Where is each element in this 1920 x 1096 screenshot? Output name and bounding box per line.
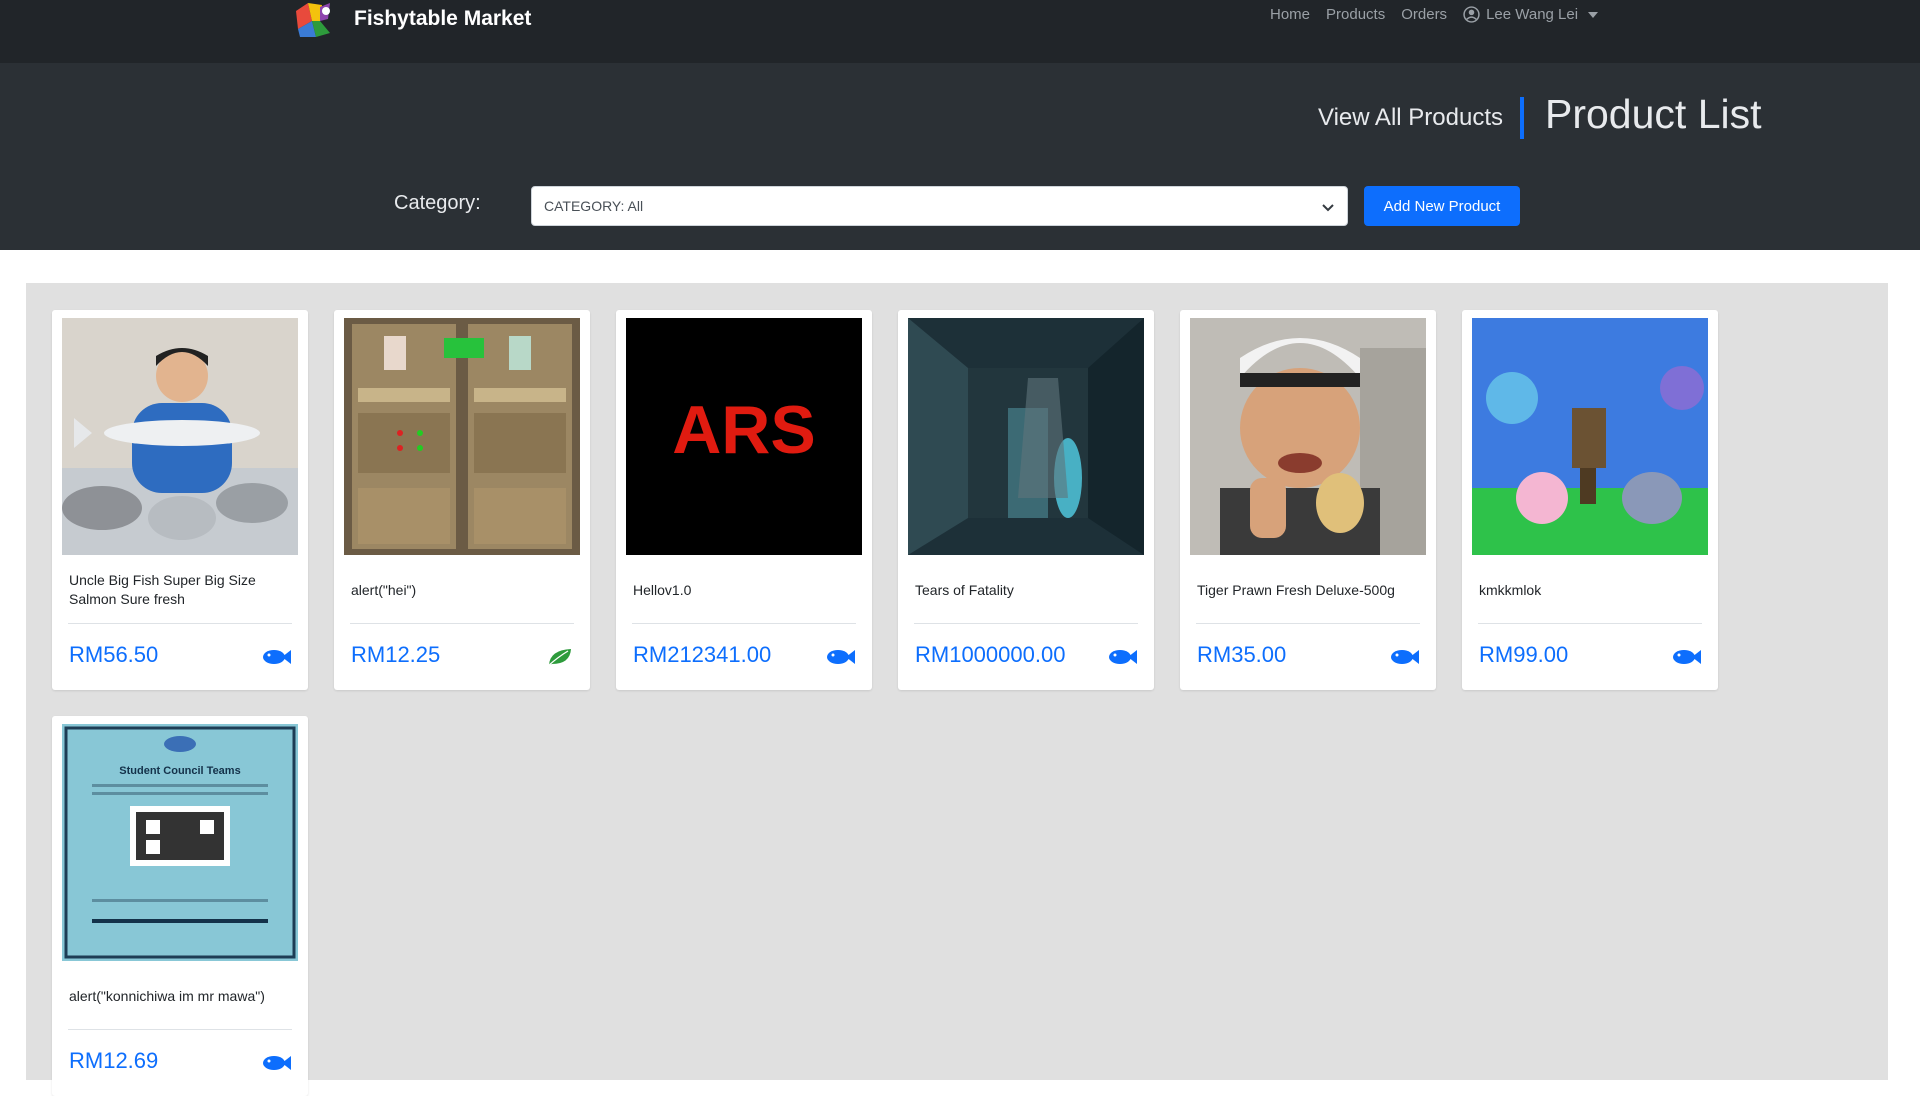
card-divider [68, 623, 292, 624]
fish-icon[interactable] [262, 647, 292, 667]
product-name[interactable]: Uncle Big Fish Super Big Size Salmon Sur… [69, 568, 295, 612]
card-divider [350, 623, 574, 624]
user-circle-icon [1463, 6, 1480, 23]
product-image[interactable] [62, 318, 298, 555]
product-name[interactable]: alert("konnichiwa im mr mawa") [69, 974, 295, 1018]
product-price: RM212341.00 [633, 642, 772, 667]
product-name[interactable]: Hellov1.0 [633, 568, 859, 612]
category-label: Category: [394, 192, 481, 214]
nav-link-home[interactable]: Home [1270, 6, 1310, 23]
product-card[interactable]: alert("hei") RM12.25 [334, 310, 590, 690]
product-name[interactable]: alert("hei") [351, 568, 577, 612]
brand[interactable]: Fishytable Market [290, 0, 531, 38]
product-card[interactable]: Student Council Teams alert("konnichiwa … [52, 716, 308, 1096]
products-panel: Uncle Big Fish Super Big Size Salmon Sur… [26, 283, 1888, 1096]
chevron-down-icon [1322, 204, 1334, 212]
product-image[interactable] [908, 318, 1144, 555]
nav-link-products[interactable]: Products [1326, 6, 1385, 23]
caret-down-icon [1588, 11, 1599, 18]
view-all-products-link[interactable]: View All Products [1318, 104, 1503, 132]
brand-logo-icon [296, 3, 330, 37]
product-card[interactable]: kmkkmlok RM99.00 [1462, 310, 1718, 690]
product-image[interactable] [344, 318, 580, 555]
product-image[interactable]: Student Council Teams [62, 724, 298, 961]
fish-icon[interactable] [1672, 647, 1702, 667]
card-divider [68, 1029, 292, 1030]
card-divider [1478, 623, 1702, 624]
fish-icon[interactable] [826, 647, 856, 667]
product-card[interactable]: Tears of Fatality RM1000000.00 [898, 310, 1154, 690]
product-price: RM12.25 [351, 642, 441, 667]
fish-icon[interactable] [1108, 647, 1138, 667]
category-select-value: CATEGORY: All [544, 198, 644, 214]
nav-link-orders[interactable]: Orders [1401, 6, 1447, 23]
page-title: Product List [1545, 91, 1762, 137]
product-name[interactable]: kmkkmlok [1479, 568, 1705, 612]
product-image[interactable] [1190, 318, 1426, 555]
product-image-text: Student Council Teams [119, 765, 240, 777]
product-name[interactable]: Tears of Fatality [915, 568, 1141, 612]
fish-icon[interactable] [262, 1053, 292, 1073]
product-card[interactable]: Tiger Prawn Fresh Deluxe-500g RM35.00 [1180, 310, 1436, 690]
product-price: RM12.69 [69, 1048, 159, 1073]
product-price: RM35.00 [1197, 642, 1287, 667]
top-navbar: Fishytable Market Home Products Orders L… [0, 0, 1920, 63]
product-image[interactable] [1472, 318, 1708, 555]
card-divider [1196, 623, 1420, 624]
card-divider [632, 623, 856, 624]
title-divider [1520, 97, 1524, 139]
product-price: RM99.00 [1479, 642, 1569, 667]
user-name: Lee Wang Lei [1486, 6, 1579, 23]
brand-name: Fishytable Market [354, 7, 532, 30]
nav-links: Home Products Orders Lee Wang Lei [1270, 6, 1599, 23]
category-select[interactable]: CATEGORY: All [531, 186, 1348, 226]
product-price: RM56.50 [69, 642, 159, 667]
product-name[interactable]: Tiger Prawn Fresh Deluxe-500g [1197, 568, 1423, 612]
add-new-product-button[interactable]: Add New Product [1364, 186, 1520, 226]
product-card[interactable]: Uncle Big Fish Super Big Size Salmon Sur… [52, 310, 308, 690]
card-divider [914, 623, 1138, 624]
fish-icon[interactable] [1390, 647, 1420, 667]
leaf-icon[interactable] [544, 647, 574, 667]
product-card[interactable]: ARS Hellov1.0 RM212341.00 [616, 310, 872, 690]
product-image-text: ARS [672, 392, 816, 468]
product-price: RM1000000.00 [915, 642, 1066, 667]
product-image[interactable]: ARS [626, 318, 862, 555]
user-menu-dropdown[interactable]: Lee Wang Lei [1463, 6, 1599, 23]
